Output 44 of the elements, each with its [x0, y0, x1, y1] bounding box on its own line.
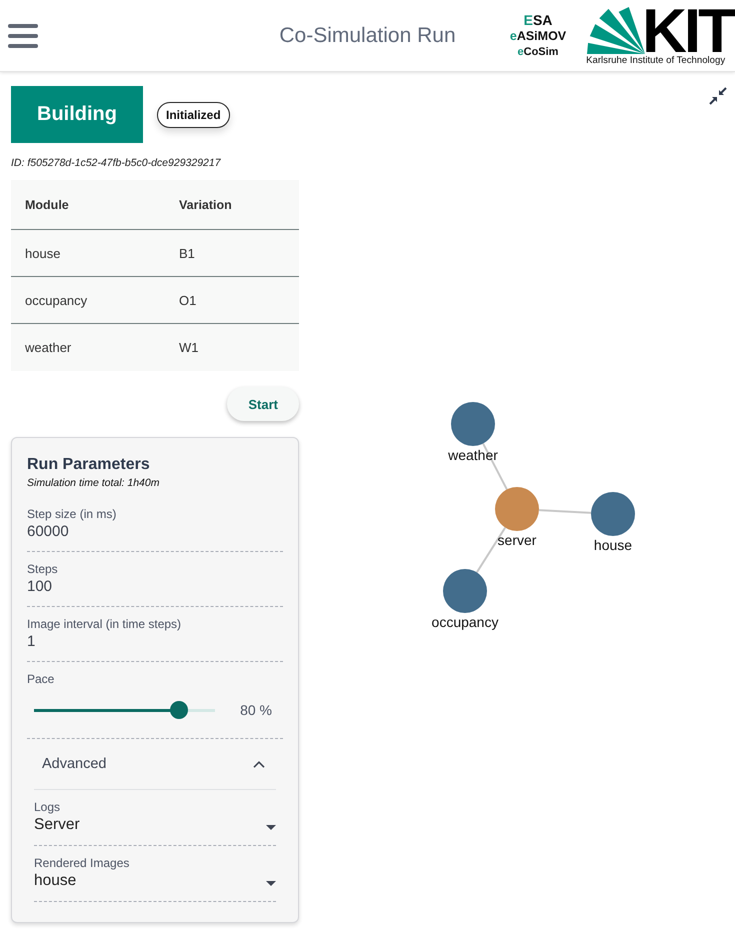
column-header: Module: [11, 180, 179, 230]
node-label: weather: [448, 447, 498, 463]
run-id: ID: f505278d-1c52-47fb-b5c0-dce929329217: [11, 156, 222, 170]
number-field[interactable]: Steps 100: [27, 552, 283, 607]
node-label: house: [594, 537, 632, 553]
table-cell: house: [11, 230, 179, 276]
caret-icon: [266, 880, 276, 886]
graph-node: [443, 569, 487, 613]
logo-text: ESA: [524, 12, 552, 28]
column-header: Variation: [179, 180, 299, 230]
table-cell: O1: [179, 276, 299, 324]
select-field[interactable]: Rendered Images house: [34, 846, 276, 902]
chevron-up-icon: [253, 760, 265, 768]
table-cell: B1: [179, 230, 299, 276]
collapse-icon[interactable]: [709, 87, 727, 105]
select-field[interactable]: Logs Server: [34, 790, 276, 846]
logo-caption: Karlsruhe Institute of Technology: [586, 54, 726, 66]
hub-node: [495, 487, 539, 531]
status-badge: Initialized: [156, 102, 230, 128]
card-subtitle: Simulation time total: 1h40m: [27, 476, 160, 490]
node-label: occupancy: [432, 614, 498, 630]
advanced-toggle[interactable]: Advanced: [34, 739, 276, 790]
number-field[interactable]: Image interval (in time steps) 1: [27, 607, 283, 662]
logo-text: eCoSim: [518, 44, 558, 60]
run-name-banner: Building: [11, 86, 143, 143]
number-field[interactable]: Step size (in ms) 60000: [27, 497, 283, 552]
caret-icon: [266, 824, 276, 830]
table-cell: occupancy: [11, 276, 179, 324]
page-title: Co-Simulation Run: [279, 24, 456, 48]
table-cell: weather: [11, 324, 179, 371]
table-cell: W1: [179, 324, 299, 371]
node-label: server: [498, 532, 536, 548]
graph-node: [591, 492, 635, 536]
field-label: Pace: [27, 671, 54, 687]
slider-value: 80 %: [240, 702, 272, 718]
menu-icon[interactable]: [8, 24, 38, 48]
graph-node: [451, 402, 495, 446]
logo-wordmark: KIT: [642, 8, 733, 54]
rays-icon: [586, 6, 646, 54]
card-title: Run Parameters: [27, 455, 151, 475]
slider-thumb[interactable]: [170, 701, 188, 719]
start-button[interactable]: Start: [227, 387, 299, 421]
graph-edge: [538, 509, 592, 514]
logo-text: eASiMOV: [510, 28, 566, 44]
